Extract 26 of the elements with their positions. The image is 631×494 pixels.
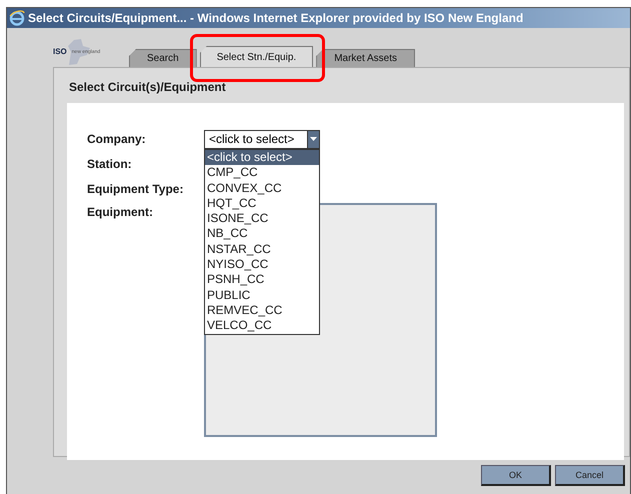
tab[interactable]: Select Stn./Equip. [200,46,314,67]
dropdown-option[interactable]: PUBLIC [205,288,319,303]
dropdown-option[interactable]: NYISO_CC [205,257,319,272]
dropdown-option[interactable]: <click to select> [205,150,319,166]
dropdown-option[interactable]: REMVEC_CC [205,302,319,318]
dropdown-option[interactable]: CMP_CC [205,165,319,181]
company-dropdown[interactable]: <click to select> [204,130,320,148]
dropdown-option[interactable]: ISONE_CC [205,211,319,226]
field-label: Equipment: [87,205,154,219]
tab[interactable]: Search [129,49,197,67]
section-heading: Select Circuit(s)/Equipment [69,80,227,94]
tab[interactable]: Market Assets [316,49,415,67]
dropdown-option[interactable]: NB_CC [205,226,319,242]
dropdown-option[interactable]: PSNH_CC [205,272,319,288]
field-label: Equipment Type: [87,182,184,196]
dropdown-option[interactable]: VELCO_CC [205,318,319,334]
dropdown-option[interactable]: HQT_CC [205,196,319,212]
field-label: Company: [87,132,147,146]
ok-button[interactable]: OK [481,465,551,486]
dropdown-option[interactable]: CONVEX_CC [205,180,319,196]
field-label: Station: [87,157,133,171]
dropdown-option[interactable]: NSTAR_CC [205,242,319,258]
caret-icon [310,137,317,141]
window-title: Select Circuits/Equipment... - Windows Internet Explorer provided by ISO New England [28,11,524,25]
cancel-button[interactable]: Cancel [555,465,625,486]
browser-icon [9,10,25,26]
